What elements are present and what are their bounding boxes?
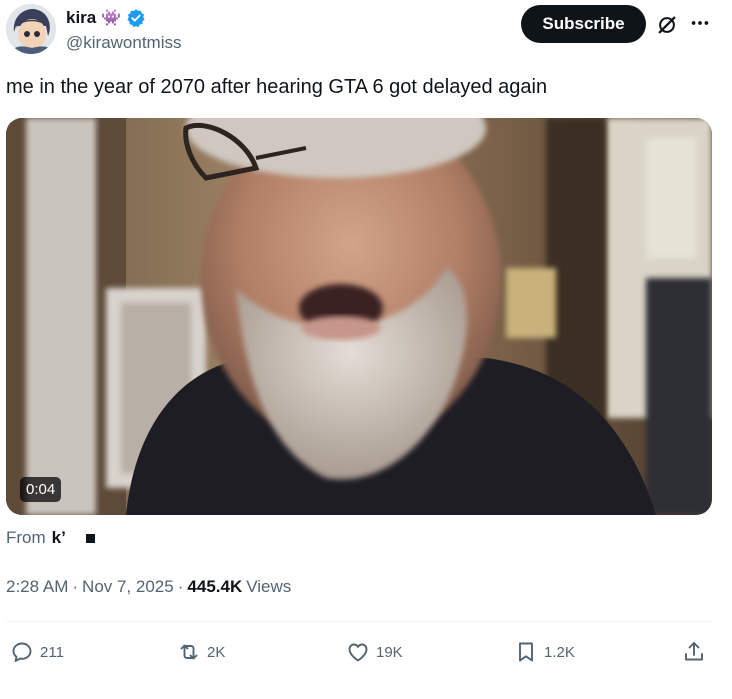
avatar[interactable] <box>6 4 56 54</box>
display-name[interactable]: kira <box>66 8 96 28</box>
video-player[interactable]: 0:04 <box>6 118 712 515</box>
grok-icon[interactable] <box>656 14 678 36</box>
repost-icon <box>180 644 198 660</box>
views-label: Views <box>246 577 292 596</box>
reply-count: 211 <box>40 643 64 661</box>
like-count: 19K <box>376 643 403 661</box>
repost-count: 2K <box>207 643 226 661</box>
verified-badge-icon <box>126 8 146 28</box>
tweet-time[interactable]: 2:28 AM <box>6 577 68 597</box>
divider <box>6 621 712 622</box>
source-row: From k’ <box>6 528 95 548</box>
video-duration-badge: 0:04 <box>20 477 62 502</box>
reply-button[interactable]: 211 <box>10 638 64 666</box>
bookmark-button[interactable]: 1.2K <box>514 638 575 666</box>
source-user[interactable]: k’ <box>52 528 66 548</box>
video-frame <box>6 118 712 515</box>
meta-separator: · <box>177 577 184 596</box>
share-icon <box>685 642 703 661</box>
avatar-image <box>6 4 56 54</box>
tweet-meta: 2:28 AM · Nov 7, 2025 · 445.4K Views <box>6 577 291 597</box>
source-badge-icon <box>85 533 95 543</box>
heart-icon <box>348 643 368 662</box>
from-label: From <box>6 528 46 547</box>
more-icon[interactable] <box>689 12 711 34</box>
tweet-text: me in the year of 2070 after hearing GTA… <box>6 76 548 98</box>
reply-icon <box>12 642 32 662</box>
views-count: 445.4K <box>187 577 243 596</box>
bookmark-icon <box>519 642 533 662</box>
subscribe-button[interactable]: Subscribe <box>521 5 646 43</box>
share-button[interactable] <box>682 638 706 666</box>
alien-monster-icon: 👾 <box>101 10 122 27</box>
meta-separator: · <box>72 577 79 596</box>
author-name-row[interactable]: kira 👾 <box>66 6 146 30</box>
like-button[interactable]: 19K <box>346 638 403 666</box>
tweet-date[interactable]: Nov 7, 2025 <box>82 577 174 597</box>
author-handle[interactable]: @kirawontmiss <box>66 33 182 53</box>
repost-button[interactable]: 2K <box>177 638 225 666</box>
bookmark-count: 1.2K <box>544 643 575 661</box>
